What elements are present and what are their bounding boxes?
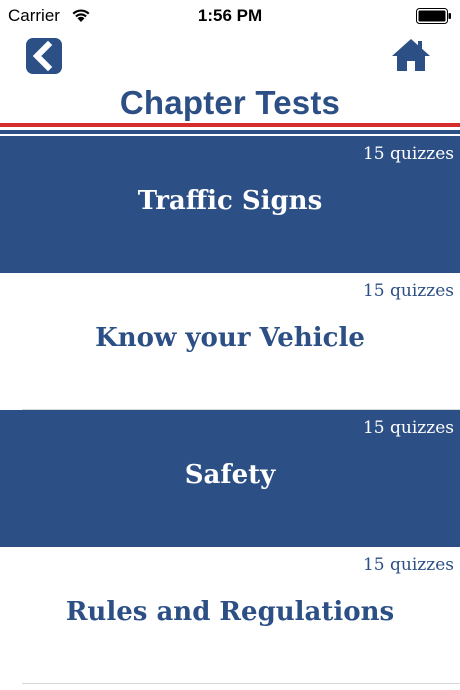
home-button[interactable] <box>389 36 433 74</box>
page-title: Chapter Tests <box>119 84 341 121</box>
chapter-row-traffic-signs[interactable]: 15 quizzes Traffic Signs <box>0 136 460 273</box>
chapter-row-safety[interactable]: 15 quizzes Safety <box>0 410 460 547</box>
chapter-list: 15 quizzes Traffic Signs 15 quizzes Know… <box>0 136 460 684</box>
quiz-count: 15 quizzes <box>362 555 454 575</box>
chapter-title: Rules and Regulations <box>65 597 395 627</box>
status-bar: Carrier 1:56 PM <box>0 0 460 32</box>
back-button[interactable] <box>26 38 62 74</box>
header-stripe-blue <box>0 130 460 134</box>
chapter-title: Know your Vehicle <box>95 323 365 353</box>
home-icon <box>392 39 430 71</box>
chapter-title: Traffic Signs <box>137 186 323 216</box>
quiz-count: 15 quizzes <box>362 144 454 164</box>
chapter-title: Safety <box>184 460 276 490</box>
chevron-left-icon <box>32 40 53 72</box>
quiz-count: 15 quizzes <box>362 418 454 438</box>
status-time: 1:56 PM <box>197 6 263 25</box>
quiz-count: 15 quizzes <box>362 281 454 301</box>
battery-icon <box>416 8 451 24</box>
chapter-row-know-your-vehicle[interactable]: 15 quizzes Know your Vehicle <box>0 273 460 410</box>
chapter-row-rules-and-regulations[interactable]: 15 quizzes Rules and Regulations <box>0 547 460 684</box>
